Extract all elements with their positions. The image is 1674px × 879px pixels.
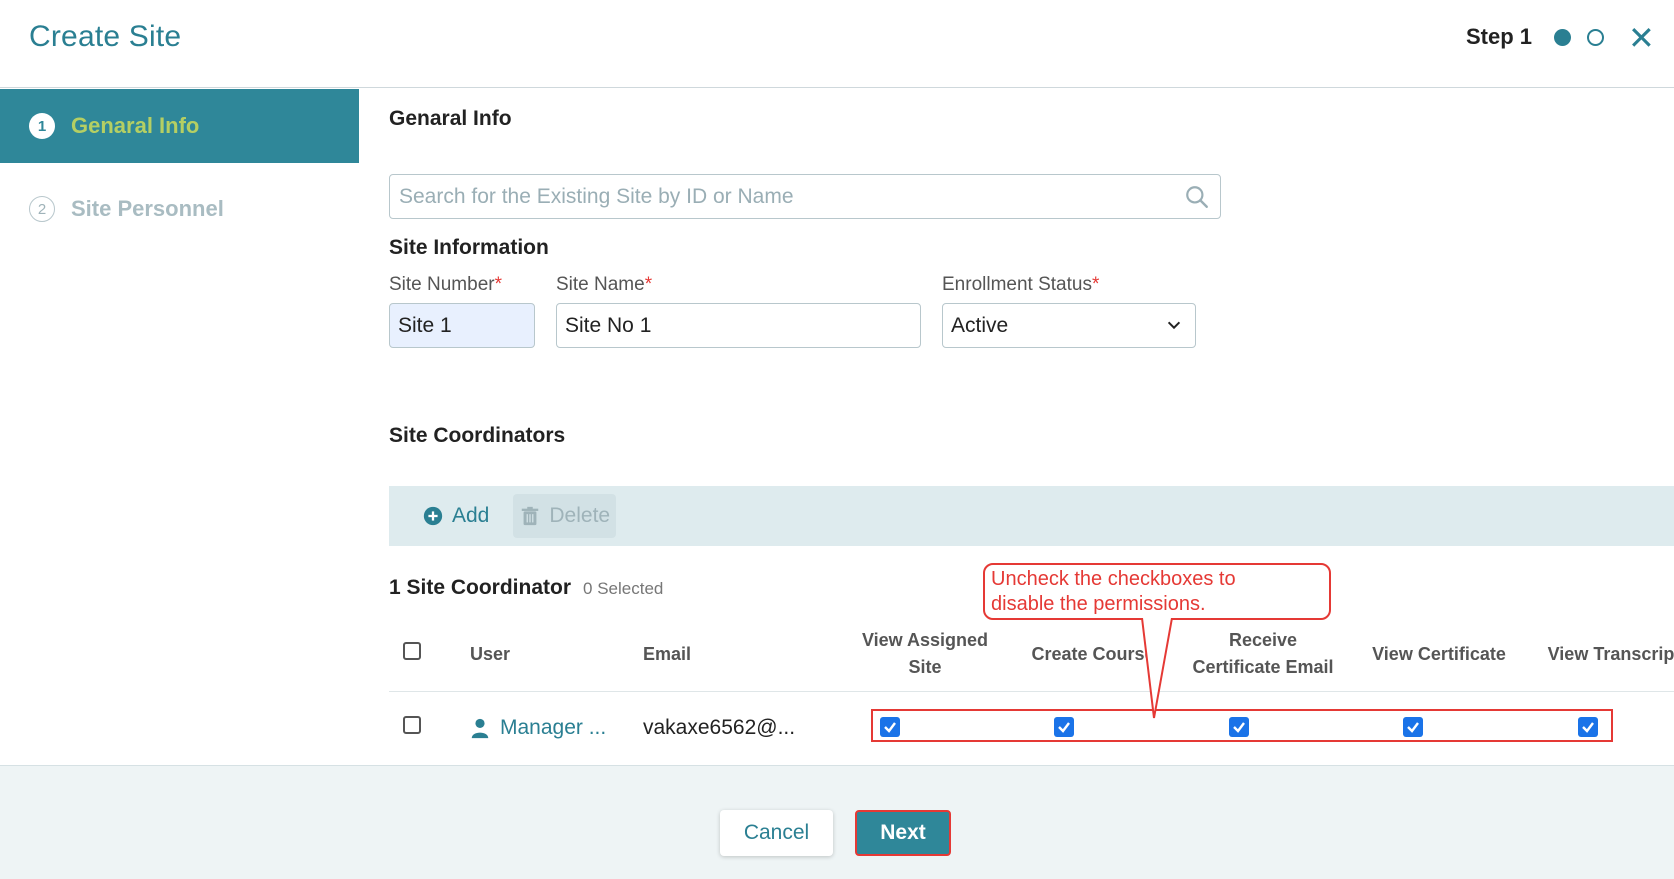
user-icon [471, 718, 489, 739]
site-name-label: Site Name* [556, 274, 653, 295]
chevron-down-icon [1167, 321, 1181, 330]
site-search-box[interactable] [389, 174, 1221, 219]
enrollment-status-label: Enrollment Status* [942, 274, 1100, 295]
permissions-highlight-box [871, 709, 1613, 742]
add-coordinator-button[interactable]: Add [416, 494, 495, 538]
search-icon[interactable] [1184, 184, 1210, 210]
column-header-receive-certificate-email[interactable]: Receive Certificate Email [1165, 627, 1361, 681]
step-number-badge: 1 [29, 113, 55, 139]
step-dot-current [1554, 29, 1571, 46]
required-marker: * [494, 274, 503, 295]
site-search-input[interactable] [399, 184, 1159, 209]
step-number-badge: 2 [29, 196, 55, 222]
annotation-callout: Uncheck the checkboxes to disable the pe… [983, 563, 1331, 620]
coordinator-email: vakaxe6562@... [643, 716, 796, 739]
required-marker: * [1091, 274, 1100, 295]
site-number-field[interactable]: Site 1 [389, 303, 535, 348]
column-header-view-certificate[interactable]: View Certificate [1338, 641, 1540, 668]
trash-icon [522, 506, 539, 526]
coordinator-count: 1 Site Coordinator 0 Selected [389, 576, 663, 600]
close-icon[interactable]: ✕ [1628, 18, 1655, 58]
step-indicator-label: Step 1 [1466, 24, 1533, 49]
row-select-checkbox[interactable] [403, 716, 421, 734]
sidebar-item-site-personnel[interactable]: 2 Site Personnel [0, 172, 359, 246]
wizard-sidebar: 1 Genaral Info 2 Site Personnel [0, 89, 359, 765]
table-header-divider [389, 691, 1674, 692]
coordinators-toolbar: Add Delete [389, 486, 1674, 546]
delete-coordinator-button[interactable]: Delete [513, 494, 617, 538]
coordinator-count-label: 1 Site Coordinator [389, 576, 572, 599]
sidebar-item-label: Genaral Info [71, 113, 200, 138]
section-title: Genaral Info [389, 107, 512, 130]
step-dot-next [1587, 29, 1604, 46]
add-button-label: Add [452, 504, 490, 527]
site-information-title: Site Information [389, 236, 549, 259]
required-marker: * [644, 274, 653, 295]
cancel-button[interactable]: Cancel [720, 810, 833, 856]
main-content: Genaral Info Site Information Site Numbe… [359, 89, 1674, 765]
dialog-header: Create Site Step 1 ✕ [0, 0, 1674, 88]
column-header-view-assigned-site[interactable]: View Assigned Site [827, 627, 1023, 681]
column-header-user[interactable]: User [470, 641, 510, 668]
select-all-checkbox[interactable] [403, 642, 421, 660]
dialog-title: Create Site [29, 20, 182, 53]
plus-circle-icon [423, 506, 443, 526]
column-header-view-transcript[interactable]: View Transcript [1514, 641, 1674, 668]
delete-button-label: Delete [549, 504, 611, 527]
coordinator-user-link[interactable]: Manager ... [500, 716, 606, 740]
next-button[interactable]: Next [855, 810, 951, 856]
column-header-email[interactable]: Email [643, 641, 691, 668]
sidebar-item-general-info[interactable]: 1 Genaral Info [0, 89, 359, 163]
enrollment-status-select[interactable]: Active [942, 303, 1196, 348]
selected-count-label: 0 Selected [583, 579, 664, 598]
site-number-label: Site Number* [389, 274, 503, 295]
callout-pointer [1141, 618, 1173, 719]
enrollment-status-value: Active [951, 313, 1009, 337]
sidebar-item-label: Site Personnel [71, 196, 224, 221]
site-name-field[interactable]: Site No 1 [556, 303, 921, 348]
site-coordinators-title: Site Coordinators [389, 424, 566, 447]
dialog-footer: Cancel Next [0, 765, 1674, 879]
